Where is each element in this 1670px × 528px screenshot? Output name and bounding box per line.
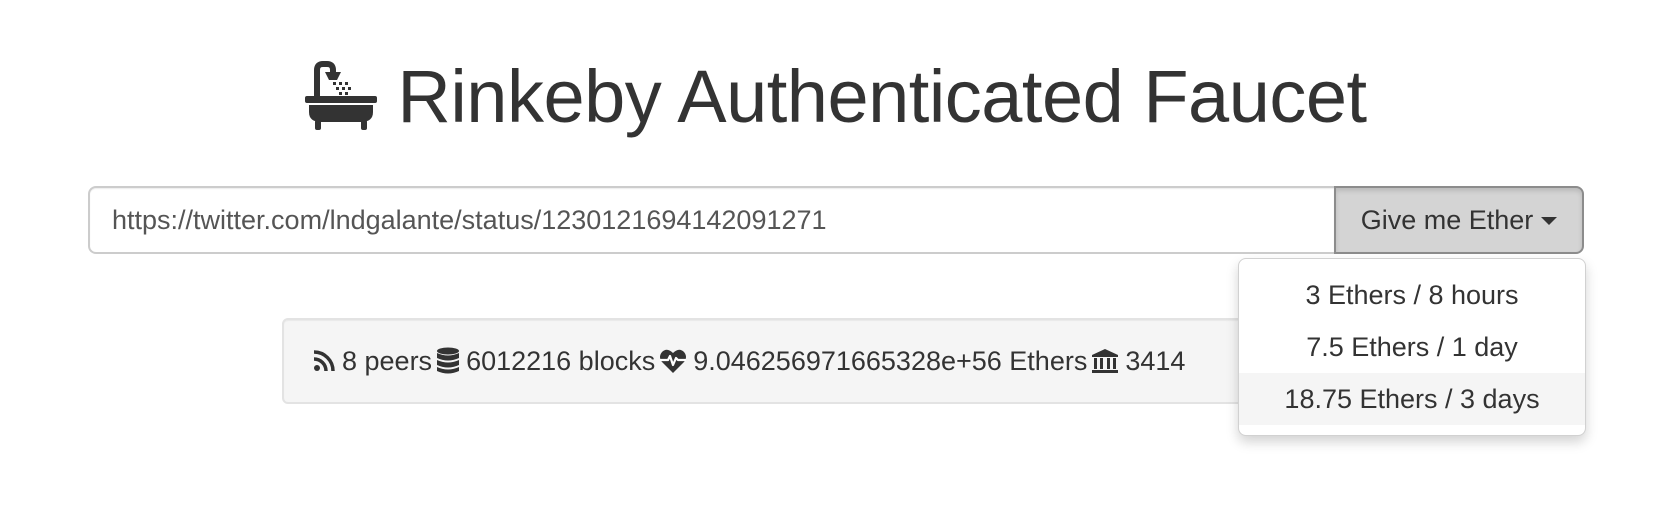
peers-count: 8 peers: [342, 345, 433, 376]
option-18-75-ethers[interactable]: 18.75 Ethers / 3 days: [1239, 373, 1585, 425]
funds-amount: 9.046256971665328e+56 Ethers: [693, 345, 1088, 376]
database-icon: [437, 347, 460, 374]
faucet-page: Rinkeby Authenticated Faucet Give me Eth…: [0, 0, 1670, 528]
ether-amount-menu: 3 Ethers / 8 hours 7.5 Ethers / 1 day 18…: [1238, 258, 1586, 436]
funded-count: 3414: [1125, 345, 1186, 376]
page-title: Rinkeby Authenticated Faucet: [397, 55, 1367, 138]
heartbeat-icon: [660, 349, 687, 373]
funds-stat: 9.046256971665328e+56 Ethers: [659, 346, 1087, 377]
rss-icon: [313, 350, 335, 372]
tweet-url-input[interactable]: [88, 186, 1334, 254]
blocks-stat: 6012216 blocks: [436, 346, 655, 377]
request-form: Give me Ether: [88, 186, 1584, 254]
bank-icon: [1092, 349, 1119, 373]
funded-stat: 3414: [1091, 346, 1185, 377]
give-ether-button[interactable]: Give me Ether: [1334, 186, 1584, 254]
bath-icon: [303, 56, 397, 139]
option-7-5-ethers[interactable]: 7.5 Ethers / 1 day: [1239, 321, 1585, 373]
option-3-ethers[interactable]: 3 Ethers / 8 hours: [1239, 269, 1585, 321]
caret-down-icon: [1541, 217, 1558, 225]
peers-stat: 8 peers: [312, 346, 432, 377]
blocks-count: 6012216 blocks: [466, 345, 656, 376]
page-header: Rinkeby Authenticated Faucet: [0, 52, 1670, 142]
give-ether-button-label: Give me Ether: [1360, 204, 1534, 235]
